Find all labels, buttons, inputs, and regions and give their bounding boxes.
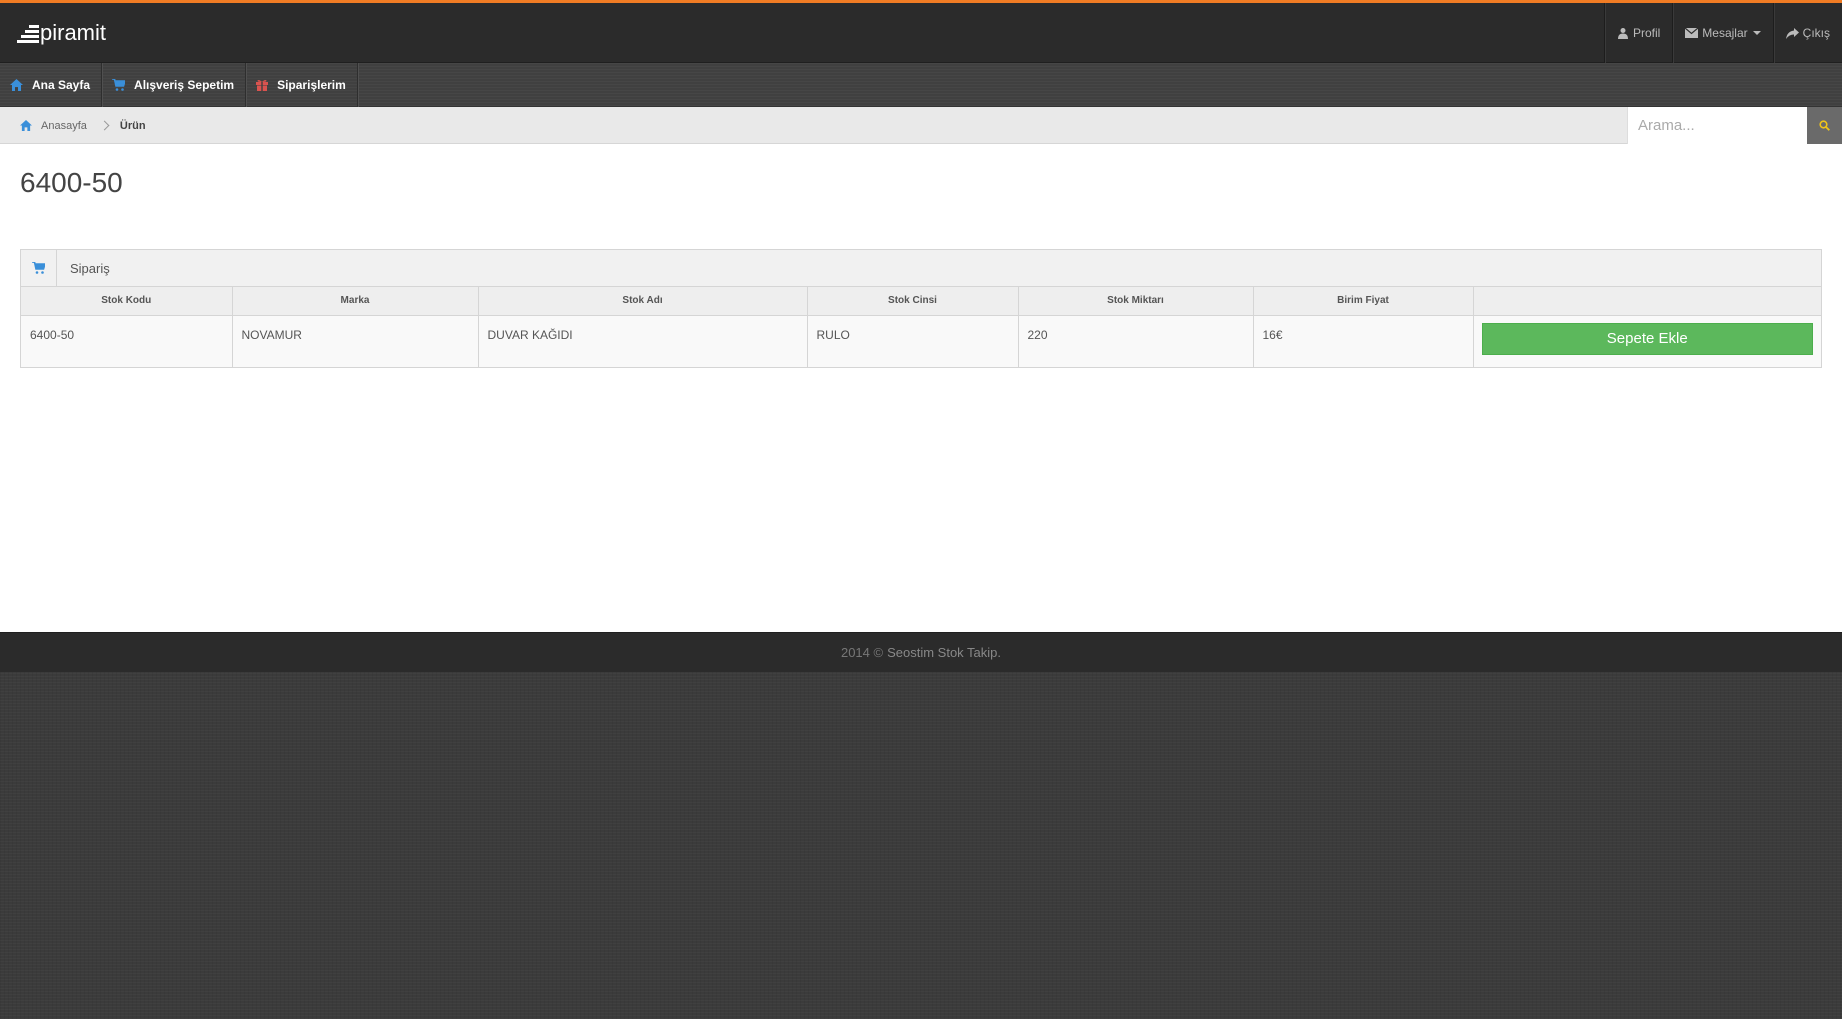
home-icon — [20, 120, 32, 131]
logout-label: Çıkış — [1802, 26, 1830, 40]
column-header-marka: Marka — [232, 287, 479, 316]
cell-birim-fiyat: 16€ — [1253, 315, 1474, 367]
breadcrumb-home-label: Anasayfa — [41, 119, 87, 132]
nav-item-label: Siparişlerim — [277, 78, 346, 92]
column-header-action — [1473, 287, 1821, 316]
breadcrumb-current: Ürün — [119, 119, 146, 132]
cell-stok-cinsi: RULO — [807, 315, 1019, 367]
top-nav: Profil Mesajlar Çıkış — [1603, 3, 1842, 63]
logo-icon — [17, 23, 39, 43]
cell-stok-adi: DUVAR KAĞIDI — [478, 315, 808, 367]
breadcrumb: Anasayfa Ürün — [20, 107, 146, 144]
chevron-right-icon — [99, 120, 110, 131]
messages-label: Mesajlar — [1702, 26, 1748, 40]
brand-name: piramit — [40, 20, 107, 45]
widget-title: Sipariş — [70, 260, 110, 276]
cell-stok-kodu: 6400-50 — [21, 315, 233, 367]
column-header-stok-adi: Stok Adı — [478, 287, 808, 316]
cell-stok-miktari: 220 — [1018, 315, 1254, 367]
table-header-row: Stok Kodu Marka Stok Adı Stok Cinsi Stok… — [21, 287, 1821, 316]
messages-dropdown[interactable]: Mesajlar — [1672, 3, 1772, 63]
gift-icon — [256, 80, 269, 91]
footer: 2014 © Seostim Stok Takip. — [0, 632, 1842, 672]
brand-logo[interactable]: piramit — [17, 19, 106, 47]
widget-header: Sipariş — [21, 250, 1821, 287]
top-header: piramit Profil Mesajlar Çıkış — [0, 0, 1842, 63]
search-input[interactable] — [1627, 107, 1807, 144]
nav-item-label: Ana Sayfa — [32, 78, 91, 92]
nav-item-label: Alışveriş Sepetim — [134, 78, 235, 92]
widget-icon-box — [21, 250, 57, 286]
main-nav: Ana Sayfa Alışveriş Sepetim Siparişlerim — [0, 63, 1842, 107]
cart-icon — [32, 262, 45, 274]
cell-marka: NOVAMUR — [232, 315, 479, 367]
column-header-stok-kodu: Stok Kodu — [21, 287, 233, 316]
profile-link[interactable]: Profil — [1603, 3, 1672, 63]
search-icon — [1819, 120, 1830, 131]
table-row: 6400-50 NOVAMUR DUVAR KAĞIDI RULO 220 16… — [21, 315, 1821, 367]
home-icon — [10, 79, 23, 91]
page-title: 6400-50 — [20, 167, 123, 198]
column-header-stok-miktari: Stok Miktarı — [1018, 287, 1254, 316]
search-button[interactable] — [1807, 107, 1842, 144]
main-content: 6400-50 Sipariş Stok Kodu Marka Stok Adı… — [0, 144, 1842, 632]
search-box — [1627, 107, 1842, 144]
user-icon — [1617, 28, 1628, 39]
logout-link[interactable]: Çıkış — [1772, 3, 1842, 63]
envelope-icon — [1685, 28, 1699, 38]
cart-icon — [112, 79, 126, 91]
column-header-stok-cinsi: Stok Cinsi — [807, 287, 1019, 316]
profile-label: Profil — [1632, 26, 1661, 40]
order-widget: Sipariş Stok Kodu Marka Stok Adı Stok Ci… — [20, 249, 1822, 368]
stock-table: Stok Kodu Marka Stok Adı Stok Cinsi Stok… — [21, 287, 1821, 367]
add-to-cart-button[interactable]: Sepete Ekle — [1481, 322, 1813, 355]
nav-item-cart[interactable]: Alışveriş Sepetim — [102, 63, 247, 107]
cell-action: Sepete Ekle — [1473, 315, 1821, 367]
column-header-birim-fiyat: Birim Fiyat — [1253, 287, 1474, 316]
nav-item-orders[interactable]: Siparişlerim — [246, 63, 358, 107]
footer-copyright: 2014 © — [840, 645, 884, 660]
nav-item-home[interactable]: Ana Sayfa — [0, 63, 103, 107]
share-icon — [1785, 27, 1799, 39]
breadcrumb-bar: Anasayfa Ürün — [0, 107, 1842, 144]
chevron-down-icon — [1752, 31, 1761, 35]
footer-link[interactable]: Seostim Stok Takip. — [887, 645, 1001, 660]
breadcrumb-home-link[interactable]: Anasayfa — [20, 120, 87, 132]
